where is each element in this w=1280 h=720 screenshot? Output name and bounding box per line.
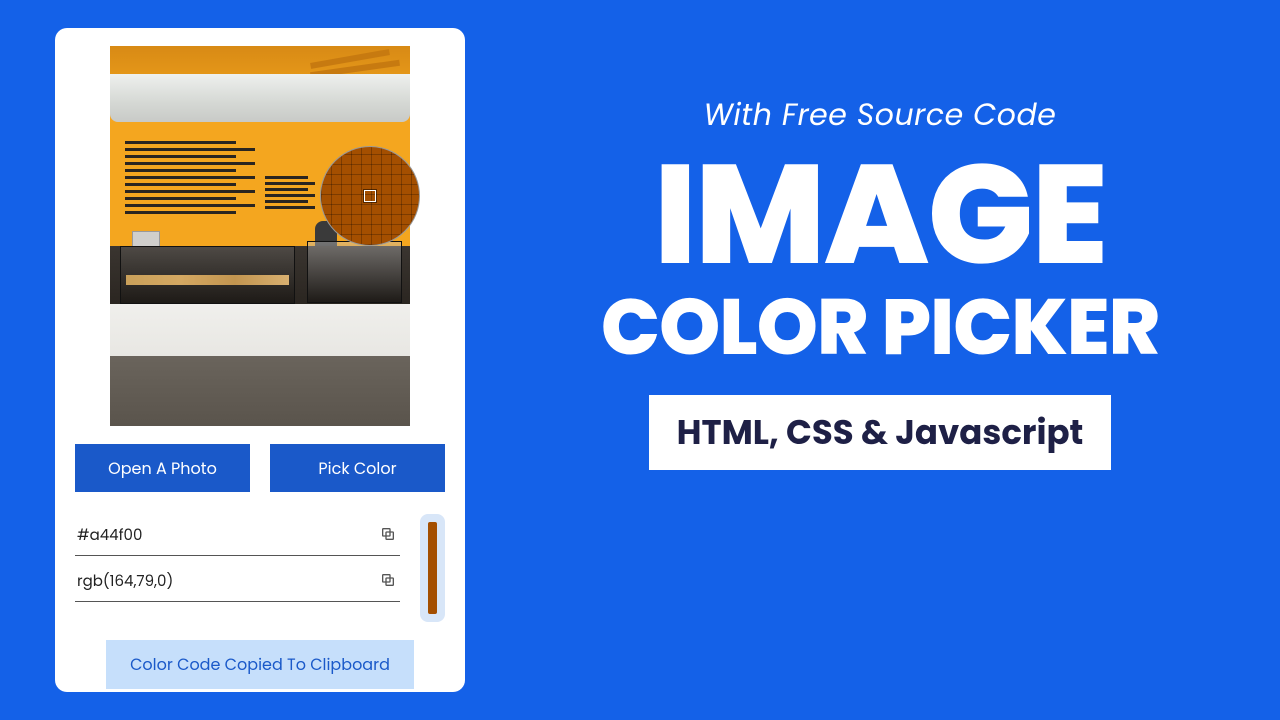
swatch-container — [420, 514, 445, 622]
rgb-field-row — [75, 564, 400, 602]
hero-title-line1: IMAGE — [550, 146, 1210, 283]
picked-color-swatch — [428, 522, 437, 614]
hex-input[interactable] — [77, 524, 370, 547]
hex-field-row — [75, 518, 400, 556]
copy-icon — [380, 572, 396, 588]
open-photo-button[interactable]: Open A Photo — [75, 444, 250, 492]
hero-text: With Free Source Code IMAGE COLOR PICKER… — [550, 92, 1210, 470]
button-row: Open A Photo Pick Color — [75, 444, 445, 492]
rgb-input[interactable] — [77, 570, 370, 593]
copied-toast: Color Code Copied To Clipboard — [106, 640, 414, 689]
photo-preview[interactable] — [110, 46, 410, 426]
color-picker-card: Open A Photo Pick Color — [55, 28, 465, 692]
hero-tech-tag: HTML, CSS & Javascript — [649, 395, 1112, 470]
copy-icon — [380, 526, 396, 542]
result-row — [75, 514, 445, 622]
hero-title-line2: COLOR PICKER — [550, 289, 1210, 367]
color-codes — [75, 514, 400, 622]
copy-hex-button[interactable] — [378, 524, 398, 547]
pick-color-button[interactable]: Pick Color — [270, 444, 445, 492]
eyedropper-magnifier[interactable] — [320, 146, 420, 246]
copy-rgb-button[interactable] — [378, 570, 398, 593]
